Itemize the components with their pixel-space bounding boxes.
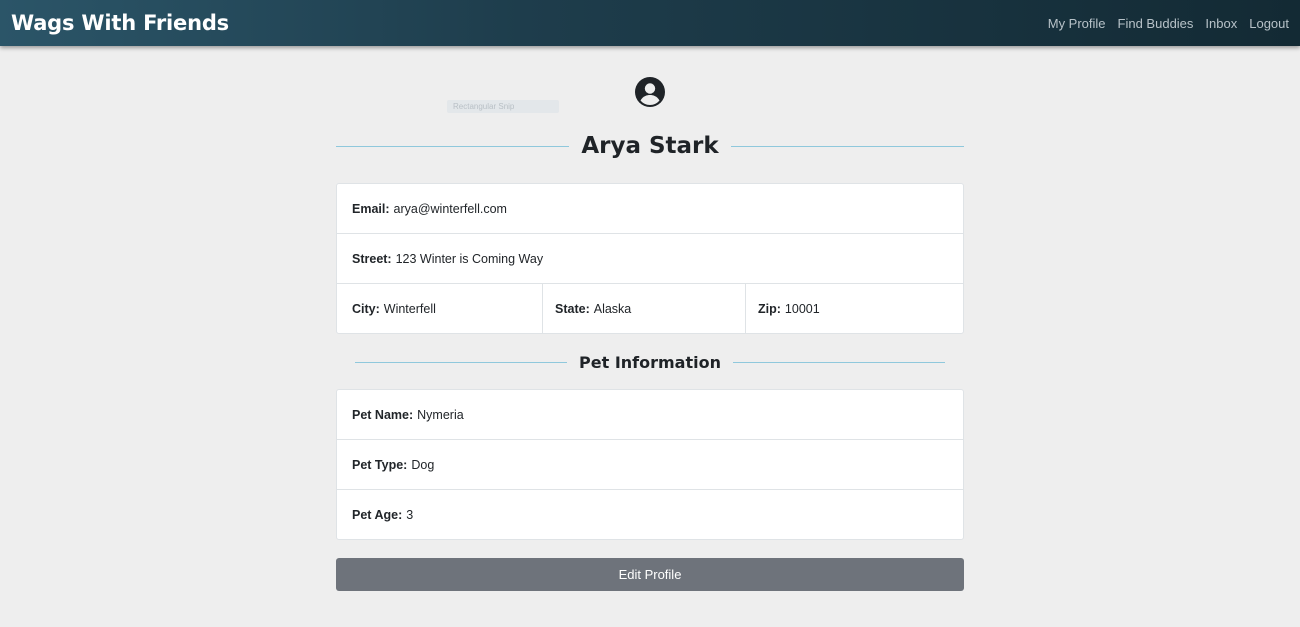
- pet-age-label: Pet Age:: [352, 508, 403, 522]
- pet-name-label: Pet Name:: [352, 407, 414, 422]
- snip-overlay-chip: Rectangular Snip: [447, 100, 559, 113]
- street-value: 123 Winter is Coming Way: [395, 251, 544, 266]
- street-label: Street:: [352, 251, 392, 266]
- divider-line-right: [732, 361, 945, 363]
- city-state-zip-row: City: Winterfell State: Alaska Zip: 1000…: [337, 284, 963, 334]
- pet-info-title: Pet Information: [579, 352, 721, 372]
- brand-title[interactable]: Wags With Friends: [11, 11, 229, 35]
- nav-links: My Profile Find Buddies Inbox Logout: [1048, 16, 1289, 31]
- state-label: State:: [555, 302, 590, 316]
- nav-link-my-profile[interactable]: My Profile: [1048, 16, 1106, 31]
- email-value: arya@winterfell.com: [393, 201, 507, 216]
- zip-cell: Zip: 10001: [746, 284, 963, 334]
- nav-link-logout[interactable]: Logout: [1249, 16, 1289, 31]
- profile-name-heading: Arya Stark: [336, 128, 965, 164]
- state-value: Alaska: [593, 302, 632, 316]
- pet-type-value: Dog: [411, 457, 435, 472]
- pet-name-value: Nymeria: [417, 407, 464, 422]
- navbar: Wags With Friends My Profile Find Buddie…: [0, 0, 1300, 46]
- state-cell: State: Alaska: [543, 284, 746, 334]
- nav-link-find-buddies[interactable]: Find Buddies: [1118, 16, 1194, 31]
- contact-info-card: Email: arya@winterfell.com Street: 123 W…: [336, 183, 964, 334]
- email-row: Email: arya@winterfell.com: [337, 184, 963, 234]
- city-label: City:: [352, 302, 380, 316]
- profile-name: Arya Stark: [581, 133, 719, 159]
- city-cell: City: Winterfell: [337, 284, 543, 334]
- pet-info-heading: Pet Information: [355, 350, 945, 374]
- pet-type-row: Pet Type: Dog: [337, 440, 963, 490]
- zip-label: Zip:: [758, 302, 781, 316]
- divider-line-left: [336, 145, 570, 147]
- pet-age-row: Pet Age: 3: [337, 490, 963, 540]
- city-value: Winterfell: [383, 302, 436, 316]
- pet-age-value: 3: [406, 508, 414, 522]
- pet-info-card: Pet Name: Nymeria Pet Type: Dog Pet Age:…: [336, 389, 964, 540]
- nav-link-inbox[interactable]: Inbox: [1205, 16, 1237, 31]
- divider-line-right: [730, 145, 965, 147]
- pet-name-row: Pet Name: Nymeria: [337, 390, 963, 440]
- zip-value: 10001: [784, 302, 820, 316]
- pet-type-label: Pet Type:: [352, 457, 408, 472]
- edit-profile-button[interactable]: Edit Profile: [336, 558, 964, 591]
- email-label: Email:: [352, 201, 390, 216]
- street-row: Street: 123 Winter is Coming Way: [337, 234, 963, 284]
- user-circle-icon: [635, 77, 665, 107]
- divider-line-left: [355, 361, 568, 363]
